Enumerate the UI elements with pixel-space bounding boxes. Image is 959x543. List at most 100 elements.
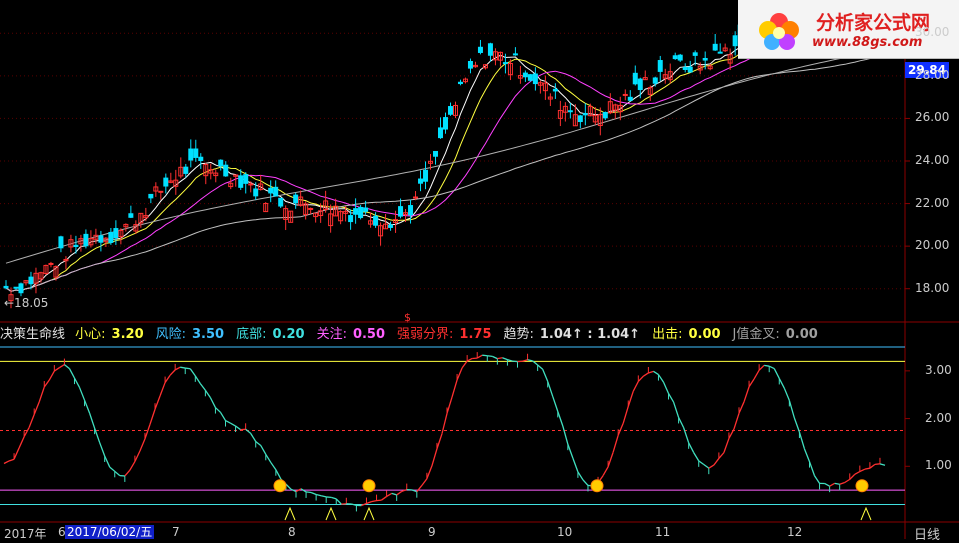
candle-body (658, 61, 662, 72)
candle-body (244, 175, 248, 184)
indicator-item-label: J值金叉: (733, 327, 780, 342)
logo-title: 分析家公式网 (816, 8, 930, 35)
indicator-segment (54, 368, 59, 371)
period-tab-daily[interactable]: 日线 (914, 524, 940, 543)
candle-body (219, 160, 223, 166)
indicator-segment (543, 369, 548, 381)
indicator-segment (679, 417, 684, 427)
candle-body (159, 191, 163, 192)
indicator-segment (397, 491, 402, 495)
candle-body (109, 232, 113, 242)
candle-body (703, 58, 707, 60)
indicator-segment (105, 456, 110, 467)
indicator-segment (573, 458, 578, 472)
candle-body (194, 149, 198, 157)
indicator-segment (226, 421, 231, 424)
candle-body (294, 195, 298, 203)
indicator-segment (653, 371, 658, 374)
ind-tick-label: 2.00 (925, 411, 952, 425)
indicator-item-label: 趋势: (504, 327, 534, 342)
indicator-segment (266, 454, 271, 462)
month-tick-12: 12 (787, 525, 802, 539)
indicator-segment (467, 358, 472, 361)
candle-body (553, 89, 557, 91)
selected-date-box[interactable]: 2017/06/02/五 (65, 525, 154, 539)
indicator-segment (155, 396, 160, 409)
indicator-segment (548, 381, 553, 396)
indicator-segment (477, 355, 482, 358)
buy-signal-icon (274, 480, 286, 492)
candle-body (523, 73, 527, 77)
indicator-segment (497, 358, 502, 359)
indicator-segment (658, 375, 663, 383)
year-label: 2017年 (4, 525, 47, 542)
indicator-segment (578, 472, 583, 480)
candle-body (279, 198, 283, 206)
candle-body (638, 79, 642, 89)
month-tick-7: 7 (172, 525, 180, 539)
indicator-segment (739, 402, 744, 413)
indicator-segment (387, 493, 392, 496)
indicator-item: 底部:0.20 (236, 327, 310, 342)
indicator-item-value: 1.04↑ : 1.04↑ (540, 327, 640, 342)
candle-body (713, 44, 717, 50)
candle-body (309, 208, 313, 209)
indicator-item-label: 小心: (75, 327, 105, 342)
indicator-segment (759, 365, 764, 370)
indicator-segment (115, 471, 120, 475)
candle-body (688, 67, 692, 72)
indicator-segment (870, 464, 875, 468)
price-tick-label: 28.00 (915, 68, 949, 82)
indicator-segment (754, 370, 759, 379)
indicator-segment (618, 423, 623, 435)
candle-body (528, 75, 532, 81)
indicator-segment (316, 495, 321, 496)
indicator-item: 小心:3.20 (75, 327, 149, 342)
indicator-segment (794, 418, 799, 432)
candle-body (199, 157, 203, 160)
indicator-item-value: 1.75 (459, 327, 491, 342)
indicator-name: 决策生命线 (0, 327, 65, 342)
price-tick-label: 30.00 (915, 25, 949, 39)
indicator-segment (130, 462, 135, 471)
candle-body (693, 53, 697, 56)
candle-body (99, 236, 103, 242)
indicator-segment (689, 443, 694, 453)
month-tick-11: 11 (655, 525, 670, 539)
candle-body (184, 167, 188, 173)
indicator-segment (835, 483, 840, 484)
indicator-segment (603, 467, 608, 476)
indicator-segment (80, 387, 85, 400)
indicator-segment (669, 393, 674, 402)
indicator-segment (845, 479, 850, 482)
candle-body (503, 63, 507, 64)
candle-body (254, 189, 258, 196)
indicator-segment (271, 462, 276, 469)
indicator-segment (210, 398, 215, 408)
indicator-segment (528, 360, 533, 361)
candle-body (439, 128, 443, 138)
candle-body (488, 44, 492, 55)
indicator-item: 风险:3.50 (156, 327, 230, 342)
indicator-segment (422, 479, 427, 486)
ind-tick-label: 1.00 (925, 458, 952, 472)
candle-body (359, 207, 363, 217)
indicator-segment (306, 492, 311, 493)
indicator-segment (29, 414, 34, 427)
indicator-segment (809, 462, 814, 476)
candle-body (458, 82, 462, 83)
candle-body (513, 54, 517, 55)
indicator-segment (643, 373, 648, 376)
buy-arrow-icon (285, 508, 295, 520)
indicator-item-label: 底部: (236, 327, 266, 342)
indicator-item: 强弱分界:1.75 (397, 327, 497, 342)
indicator-segment (462, 361, 467, 368)
candle-body (718, 52, 722, 53)
candle-body (374, 216, 378, 225)
indicator-segment (860, 469, 865, 471)
candle-body (149, 194, 153, 197)
indicator-item-label: 关注: (317, 327, 347, 342)
indicator-segment (366, 502, 371, 504)
stock-chart-canvas[interactable] (0, 0, 959, 539)
candle-body (349, 216, 353, 222)
